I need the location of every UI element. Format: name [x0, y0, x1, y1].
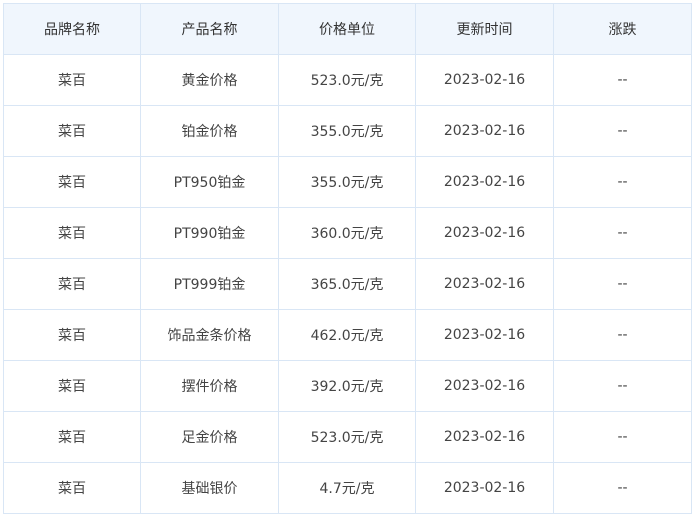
table-body: 菜百 黄金价格 523.0元/克 2023-02-16 -- 菜百 铂金价格 3…	[3, 54, 692, 514]
header-change: 涨跌	[553, 3, 692, 55]
cell-date: 2023-02-16	[415, 411, 554, 463]
cell-brand: 菜百	[3, 360, 141, 412]
cell-product: 摆件价格	[140, 360, 279, 412]
cell-date: 2023-02-16	[415, 309, 554, 361]
cell-change: --	[553, 309, 692, 361]
cell-product: PT999铂金	[140, 258, 279, 310]
cell-date: 2023-02-16	[415, 258, 554, 310]
cell-change: --	[553, 258, 692, 310]
cell-change: --	[553, 411, 692, 463]
header-brand: 品牌名称	[3, 3, 141, 55]
cell-price: 360.0元/克	[278, 207, 416, 259]
cell-product: PT990铂金	[140, 207, 279, 259]
cell-price: 355.0元/克	[278, 105, 416, 157]
header-price-unit: 价格单位	[278, 3, 416, 55]
table-row: 菜百 铂金价格 355.0元/克 2023-02-16 --	[3, 105, 692, 157]
cell-brand: 菜百	[3, 309, 141, 361]
cell-date: 2023-02-16	[415, 156, 554, 208]
cell-price: 392.0元/克	[278, 360, 416, 412]
cell-brand: 菜百	[3, 105, 141, 157]
cell-date: 2023-02-16	[415, 462, 554, 514]
cell-date: 2023-02-16	[415, 54, 554, 106]
cell-brand: 菜百	[3, 156, 141, 208]
gold-price-table: 品牌名称 产品名称 价格单位 更新时间 涨跌 菜百 黄金价格 523.0元/克 …	[3, 3, 692, 514]
cell-price: 365.0元/克	[278, 258, 416, 310]
cell-brand: 菜百	[3, 258, 141, 310]
table-row: 菜百 PT999铂金 365.0元/克 2023-02-16 --	[3, 258, 692, 310]
gold-price-table-container: 品牌名称 产品名称 价格单位 更新时间 涨跌 菜百 黄金价格 523.0元/克 …	[3, 3, 692, 514]
cell-price: 523.0元/克	[278, 411, 416, 463]
table-header: 品牌名称 产品名称 价格单位 更新时间 涨跌	[3, 3, 692, 55]
cell-change: --	[553, 105, 692, 157]
table-row: 菜百 足金价格 523.0元/克 2023-02-16 --	[3, 411, 692, 463]
cell-product: 黄金价格	[140, 54, 279, 106]
table-row: 菜百 黄金价格 523.0元/克 2023-02-16 --	[3, 54, 692, 106]
cell-brand: 菜百	[3, 207, 141, 259]
cell-date: 2023-02-16	[415, 360, 554, 412]
cell-price: 4.7元/克	[278, 462, 416, 514]
cell-product: 足金价格	[140, 411, 279, 463]
cell-price: 523.0元/克	[278, 54, 416, 106]
cell-price: 462.0元/克	[278, 309, 416, 361]
table-row: 菜百 PT950铂金 355.0元/克 2023-02-16 --	[3, 156, 692, 208]
cell-product: 饰品金条价格	[140, 309, 279, 361]
cell-price: 355.0元/克	[278, 156, 416, 208]
cell-brand: 菜百	[3, 411, 141, 463]
cell-date: 2023-02-16	[415, 207, 554, 259]
cell-product: 基础银价	[140, 462, 279, 514]
table-row: 菜百 摆件价格 392.0元/克 2023-02-16 --	[3, 360, 692, 412]
cell-brand: 菜百	[3, 462, 141, 514]
table-row: 菜百 PT990铂金 360.0元/克 2023-02-16 --	[3, 207, 692, 259]
cell-brand: 菜百	[3, 54, 141, 106]
cell-change: --	[553, 54, 692, 106]
cell-change: --	[553, 360, 692, 412]
cell-date: 2023-02-16	[415, 105, 554, 157]
cell-product: PT950铂金	[140, 156, 279, 208]
header-product: 产品名称	[140, 3, 279, 55]
table-row: 菜百 饰品金条价格 462.0元/克 2023-02-16 --	[3, 309, 692, 361]
cell-product: 铂金价格	[140, 105, 279, 157]
header-row: 品牌名称 产品名称 价格单位 更新时间 涨跌	[3, 3, 692, 55]
cell-change: --	[553, 462, 692, 514]
cell-change: --	[553, 207, 692, 259]
cell-change: --	[553, 156, 692, 208]
table-row: 菜百 基础银价 4.7元/克 2023-02-16 --	[3, 462, 692, 514]
header-update-time: 更新时间	[415, 3, 554, 55]
